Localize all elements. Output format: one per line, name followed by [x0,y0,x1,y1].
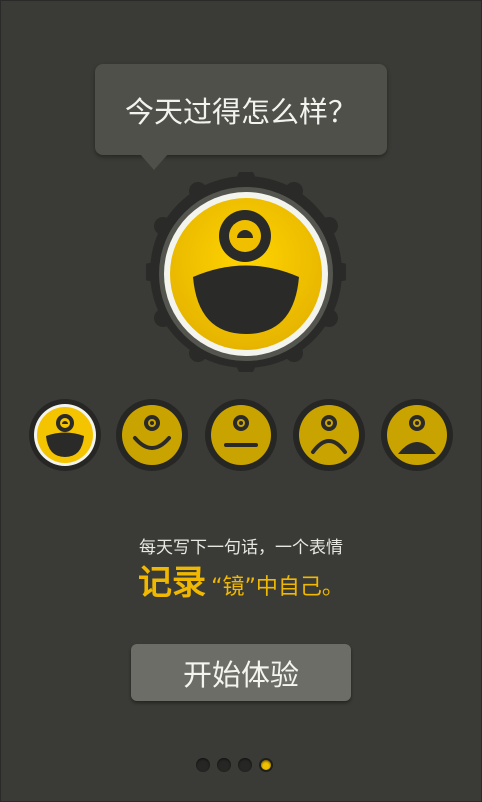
slogan-main: 记录 [138,563,207,603]
bubble-tail [140,154,168,170]
mood-sad-button[interactable] [292,398,366,472]
page-dot-1[interactable] [196,758,210,772]
selected-mood-icon [146,172,346,372]
mood-happy-button[interactable] [115,398,189,472]
page-dot-2[interactable] [217,758,231,772]
mood-very-sad-button[interactable] [380,398,454,472]
page-dot-4-active[interactable] [259,758,273,772]
mood-very-happy-button[interactable] [28,398,102,472]
slogan: 记录 “镜”中自己。 [0,555,482,604]
slogan-rest: “镜”中自己。 [211,575,344,600]
start-button-label: 开始体验 [182,657,299,692]
mood-selector [28,398,454,472]
question-text: 今天过得怎么样？ [124,94,357,129]
page-dot-3[interactable] [238,758,252,772]
mood-neutral-button[interactable] [204,398,278,472]
start-button[interactable]: 开始体验 [131,644,351,701]
question-bubble: 今天过得怎么样？ [95,64,387,155]
